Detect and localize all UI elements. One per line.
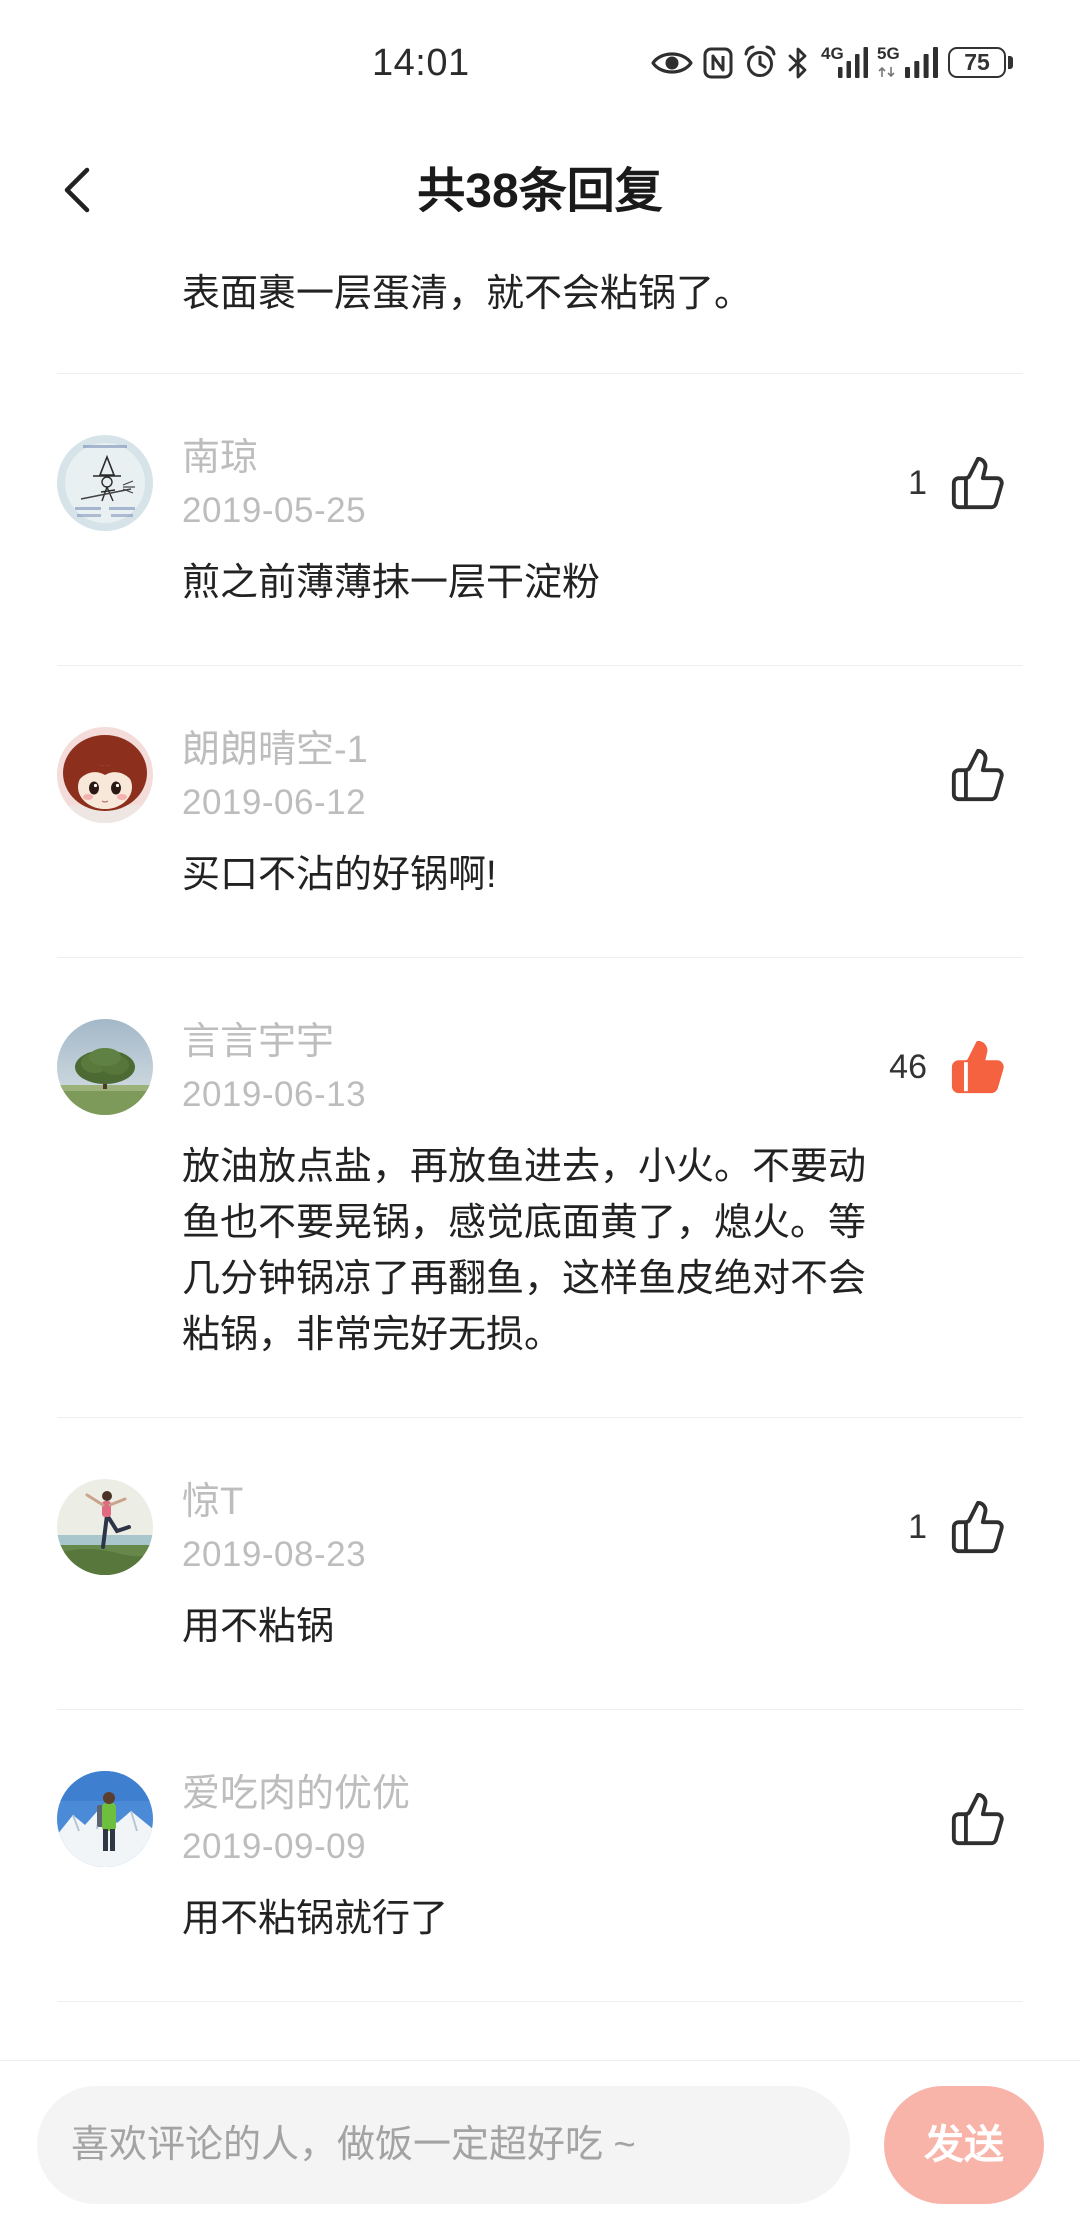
- page-title: 共38条回复: [417, 165, 663, 218]
- comment-author[interactable]: 南琼: [182, 433, 258, 483]
- comment-item[interactable]: 爱吃肉的优优 2019-09-09 用不粘锅就行了: [57, 1710, 1023, 2002]
- thumb-up-icon[interactable]: [949, 1038, 1007, 1096]
- comment-item[interactable]: 言言宇宇 2019-06-13 46 放油放点盐，再放鱼进去，小火。不要动 鱼也…: [57, 958, 1023, 1418]
- status-bar: 14:01 4G 5G 75: [0, 0, 1080, 126]
- like-button[interactable]: 46: [889, 1038, 1007, 1096]
- thumb-up-icon[interactable]: [949, 1498, 1007, 1556]
- avatar[interactable]: [57, 435, 153, 531]
- comment-text: 放油放点盐，再放鱼进去，小火。不要动: [182, 1146, 867, 1188]
- avatar[interactable]: [57, 1019, 153, 1115]
- battery-level: 75: [964, 49, 990, 75]
- comment-text: 鱼也不要晃锅，感觉底面黄了，熄火。等: [182, 1202, 867, 1244]
- like-button[interactable]: 1: [908, 1498, 1007, 1556]
- reply-list[interactable]: 表面裹一层蛋清，就不会粘锅了。 南琼 2019-05-25 1 煎之前薄薄抹一层…: [0, 258, 1080, 2002]
- comment-date: 2019-06-12: [182, 783, 367, 822]
- eye-icon: [651, 52, 693, 74]
- like-count: 46: [889, 1047, 927, 1086]
- comment-text: 煎之前薄薄抹一层干淀粉: [182, 562, 601, 604]
- comment-date: 2019-06-13: [182, 1075, 367, 1114]
- partial-comment: 表面裹一层蛋清，就不会粘锅了。: [57, 258, 1023, 374]
- comment-author[interactable]: 言言宇宇: [182, 1017, 334, 1067]
- comment-text: 粘锅，非常完好无损。: [182, 1314, 563, 1356]
- battery-icon: 75: [948, 47, 1006, 78]
- status-time: 14:01: [372, 42, 470, 84]
- avatar[interactable]: [57, 727, 153, 823]
- signal-4g-icon: [838, 47, 868, 78]
- avatar-image[interactable]: [57, 1771, 153, 1867]
- alarm-icon: [744, 45, 776, 77]
- comment-author[interactable]: 爱吃肉的优优: [182, 1769, 410, 1819]
- data-activity-icon: [878, 66, 895, 78]
- comment-composer: 发送: [0, 2060, 1080, 2228]
- avatar[interactable]: [57, 1771, 153, 1867]
- avatar-image[interactable]: [57, 1019, 153, 1115]
- nav-bar: 共38条回复: [0, 126, 1080, 258]
- comment-date: 2019-08-23: [182, 1535, 367, 1574]
- avatar[interactable]: [57, 1479, 153, 1575]
- thumb-up-icon[interactable]: [949, 454, 1007, 512]
- avatar-image[interactable]: [57, 727, 153, 823]
- like-button[interactable]: [927, 746, 1007, 804]
- like-count: 1: [908, 463, 927, 502]
- thumb-up-icon[interactable]: [949, 1790, 1007, 1848]
- nfc-icon: [703, 47, 733, 79]
- avatar-image[interactable]: [57, 435, 153, 531]
- bluetooth-icon: [788, 47, 807, 79]
- comment-author[interactable]: 惊T: [182, 1477, 243, 1527]
- battery-nub: [1008, 56, 1013, 69]
- comment-item[interactable]: 朗朗晴空-1 2019-06-12 买口不沾的好锅啊!: [57, 666, 1023, 958]
- like-count: 1: [908, 1507, 927, 1546]
- comment-text: 用不粘锅: [182, 1606, 335, 1648]
- comment-text: 几分钟锅凉了再翻鱼，这样鱼皮绝对不会: [182, 1258, 867, 1300]
- avatar-image[interactable]: [57, 1479, 153, 1575]
- thumb-up-icon[interactable]: [949, 746, 1007, 804]
- comment-text: 买口不沾的好锅啊!: [182, 854, 497, 896]
- like-button[interactable]: 1: [908, 454, 1007, 512]
- send-button[interactable]: 发送: [884, 2086, 1044, 2204]
- partial-comment-text: 表面裹一层蛋清，就不会粘锅了。: [182, 273, 753, 315]
- comment-date: 2019-09-09: [182, 1827, 367, 1866]
- like-button[interactable]: [927, 1790, 1007, 1848]
- comment-date: 2019-05-25: [182, 491, 367, 530]
- comment-item[interactable]: 惊T 2019-08-23 1 用不粘锅: [57, 1418, 1023, 1710]
- signal-5g-icon: [905, 47, 938, 78]
- network-type-label-2: 5G: [877, 44, 900, 63]
- comment-author[interactable]: 朗朗晴空-1: [182, 725, 368, 775]
- comment-input[interactable]: [37, 2086, 850, 2204]
- comment-item[interactable]: 南琼 2019-05-25 1 煎之前薄薄抹一层干淀粉: [57, 374, 1023, 666]
- comment-text: 用不粘锅就行了: [182, 1898, 449, 1940]
